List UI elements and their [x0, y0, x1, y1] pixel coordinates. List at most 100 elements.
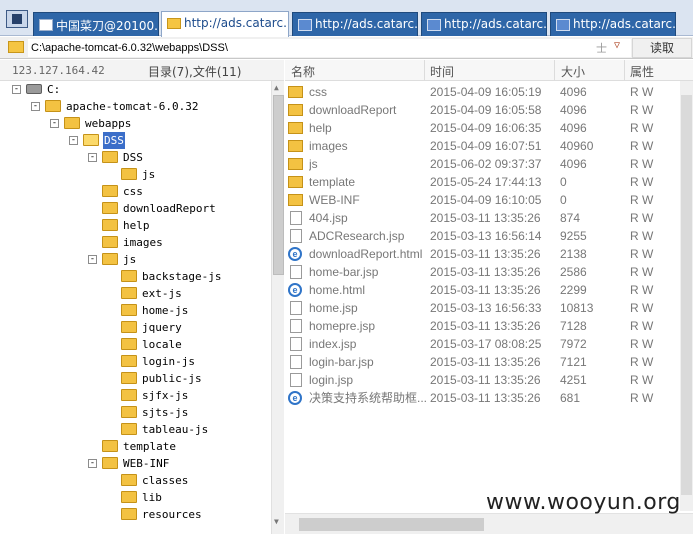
file-row[interactable]: e downloadReport.html 2015-03-11 13:35:26 2…	[285, 245, 680, 263]
tree-node[interactable]: public-js	[0, 370, 270, 387]
file-attr: R W	[630, 373, 654, 387]
tree-node[interactable]: images	[0, 234, 270, 251]
file-row[interactable]: 404.jsp 2015-03-11 13:35:26 874 R W	[285, 209, 680, 227]
folder-icon	[288, 194, 303, 206]
tree-node[interactable]: help	[0, 217, 270, 234]
tree-node-label: resources	[142, 508, 202, 521]
folder-icon	[121, 355, 137, 367]
file-name: help	[309, 121, 332, 135]
file-name: ADCResearch.jsp	[309, 229, 405, 243]
file-row[interactable]: js 2015-06-02 09:37:37 4096 R W	[285, 155, 680, 173]
file-attr: R W	[630, 85, 654, 99]
left-pane-header: 123.127.164.42 目录(7),文件(11)	[0, 60, 284, 81]
collapse-toggle-icon[interactable]: -	[31, 102, 40, 111]
path-input[interactable]	[28, 39, 631, 57]
scroll-down-icon[interactable]: ▼	[274, 517, 279, 526]
scroll-thumb[interactable]	[299, 518, 484, 531]
tab-5[interactable]: http://ads.catarc.i...	[550, 12, 676, 36]
file-row[interactable]: help 2015-04-09 16:06:35 4096 R W	[285, 119, 680, 137]
tree-node[interactable]: - webapps	[0, 115, 270, 132]
tree-node[interactable]: classes	[0, 472, 270, 489]
tree-node[interactable]: downloadReport	[0, 200, 270, 217]
scroll-thumb[interactable]	[273, 95, 284, 275]
file-row[interactable]: index.jsp 2015-03-17 08:08:25 7972 R W	[285, 335, 680, 353]
column-attr[interactable]: 属性	[630, 63, 654, 79]
collapse-toggle-icon[interactable]: -	[12, 85, 21, 94]
column-time[interactable]: 时间	[430, 63, 454, 79]
tree-node[interactable]: - C:	[0, 81, 270, 98]
file-row[interactable]: e 决策支持系统帮助框... 2015-03-11 13:35:26 681 R W	[285, 389, 680, 407]
folder-icon	[121, 304, 137, 316]
read-button[interactable]: 读取	[632, 38, 692, 58]
file-row[interactable]: login.jsp 2015-03-11 13:35:26 4251 R W	[285, 371, 680, 389]
file-size: 2586	[560, 265, 587, 279]
tree-node[interactable]: - apache-tomcat-6.0.32	[0, 98, 270, 115]
tab-4[interactable]: http://ads.catarc.i...	[421, 12, 547, 36]
tree-node-label: template	[123, 440, 176, 453]
file-size: 2138	[560, 247, 587, 261]
column-name[interactable]: 名称	[291, 63, 315, 79]
collapse-toggle-icon[interactable]: -	[88, 459, 97, 468]
tree-node[interactable]: login-js	[0, 353, 270, 370]
file-icon	[290, 373, 302, 387]
file-name: downloadReport.html	[309, 247, 423, 261]
tree-node[interactable]: sjfx-js	[0, 387, 270, 404]
tree-node[interactable]: - DSS	[0, 132, 270, 149]
file-row[interactable]: homepre.jsp 2015-03-11 13:35:26 7128 R W	[285, 317, 680, 335]
file-row[interactable]: template 2015-05-24 17:44:13 0 R W	[285, 173, 680, 191]
tab-label: http://ads.catarc.i...	[444, 17, 547, 31]
file-name: WEB-INF	[309, 193, 360, 207]
tree-node[interactable]: locale	[0, 336, 270, 353]
tree-node[interactable]: js	[0, 166, 270, 183]
menu-icon[interactable]	[6, 10, 28, 28]
horizontal-scrollbar[interactable]	[285, 513, 693, 534]
tree-node[interactable]: ext-js	[0, 285, 270, 302]
file-attr: R W	[630, 355, 654, 369]
tree-node[interactable]: - WEB-INF	[0, 455, 270, 472]
collapse-toggle-icon[interactable]: -	[69, 136, 78, 145]
tab-3[interactable]: http://ads.catarc.i...	[292, 12, 418, 36]
tab-2[interactable]: http://ads.catarc.i...	[161, 11, 289, 37]
file-row[interactable]: downloadReport 2015-04-09 16:05:58 4096 R W	[285, 101, 680, 119]
tree-node-label: webapps	[85, 117, 132, 130]
directory-summary: 目录(7),文件(11)	[148, 65, 242, 79]
tree-node[interactable]: tableau-js	[0, 421, 270, 438]
file-attr: R W	[630, 247, 654, 261]
scroll-thumb[interactable]	[681, 95, 692, 495]
tree-node[interactable]: lib	[0, 489, 270, 506]
file-attr: R W	[630, 103, 654, 117]
directory-tree[interactable]: - C: - apache-tomcat-6.0.32- webapps - DSS - DSS…	[0, 81, 270, 534]
list-scrollbar[interactable]	[680, 81, 693, 511]
chevron-down-icon[interactable]: ▽	[614, 40, 620, 51]
scroll-up-icon[interactable]: ▲	[274, 83, 279, 92]
tree-node-label: js	[142, 168, 156, 181]
tree-node[interactable]: - js	[0, 251, 270, 268]
file-row[interactable]: e home.html 2015-03-11 13:35:26 2299 R W	[285, 281, 680, 299]
file-row[interactable]: login-bar.jsp 2015-03-11 13:35:26 7121 R W	[285, 353, 680, 371]
tree-node[interactable]: - DSS	[0, 149, 270, 166]
collapse-toggle-icon[interactable]: -	[88, 255, 97, 264]
collapse-toggle-icon[interactable]: -	[88, 153, 97, 162]
file-row[interactable]: css 2015-04-09 16:05:19 4096 R W	[285, 83, 680, 101]
file-row[interactable]: WEB-INF 2015-04-09 16:10:05 0 R W	[285, 191, 680, 209]
file-row[interactable]: home.jsp 2015-03-13 16:56:33 10813 R W	[285, 299, 680, 317]
file-icon	[290, 229, 302, 243]
tree-node[interactable]: resources	[0, 506, 270, 523]
file-row[interactable]: images 2015-04-09 16:07:51 40960 R W	[285, 137, 680, 155]
address-bar: 士 ▽ 读取	[0, 37, 693, 59]
tree-node[interactable]: home-js	[0, 302, 270, 319]
star-icon[interactable]: 士	[596, 40, 607, 56]
tab-1[interactable]: 中国菜刀@20100...	[33, 12, 159, 36]
file-row[interactable]: ADCResearch.jsp 2015-03-13 16:56:14 9255 R …	[285, 227, 680, 245]
file-row[interactable]: home-bar.jsp 2015-03-11 13:35:26 2586 R W	[285, 263, 680, 281]
file-attr: R W	[630, 121, 654, 135]
tree-node[interactable]: backstage-js	[0, 268, 270, 285]
grid-icon	[556, 19, 570, 31]
tree-node[interactable]: template	[0, 438, 270, 455]
column-size[interactable]: 大小	[561, 63, 585, 79]
tree-node[interactable]: css	[0, 183, 270, 200]
tree-node[interactable]: sjts-js	[0, 404, 270, 421]
collapse-toggle-icon[interactable]: -	[50, 119, 59, 128]
tree-node[interactable]: jquery	[0, 319, 270, 336]
tree-scrollbar[interactable]: ▲ ▼	[271, 81, 284, 534]
